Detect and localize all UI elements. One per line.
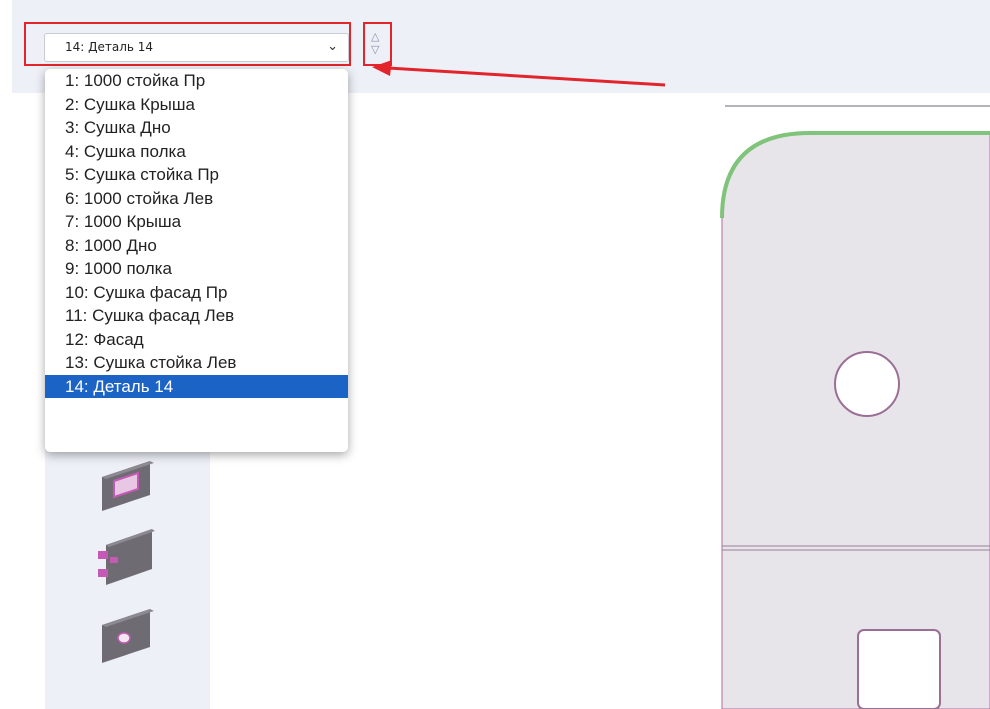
- part-thumbnail-frame[interactable]: [92, 455, 162, 515]
- triangle-up-outline-icon[interactable]: △: [371, 31, 379, 43]
- part-option[interactable]: 11: Сушка фасад Лев: [45, 304, 348, 328]
- page-margin: [0, 0, 12, 709]
- triangle-down-outline-icon[interactable]: ▽: [371, 44, 379, 56]
- part-option-selected[interactable]: 14: Деталь 14: [45, 374, 348, 398]
- part-option[interactable]: 12: Фасад: [45, 328, 348, 352]
- part-option[interactable]: 9: 1000 полка: [45, 257, 348, 281]
- part-option[interactable]: 1: 1000 стойка Пр: [45, 69, 348, 93]
- part-option[interactable]: 13: Сушка стойка Лев: [45, 351, 348, 375]
- annotation-arrow: [372, 60, 666, 87]
- part-option[interactable]: 8: 1000 Дно: [45, 234, 348, 258]
- part-option[interactable]: 6: 1000 стойка Лев: [45, 187, 348, 211]
- annotation-highlight-select: [24, 22, 351, 66]
- part-option[interactable]: 2: Сушка Крыша: [45, 93, 348, 117]
- part-thumbnail-hole[interactable]: [92, 605, 162, 675]
- part-select-dropdown: 1: 1000 стойка Пр 2: Сушка Крыша 3: Сушк…: [45, 69, 348, 452]
- part-option[interactable]: 5: Сушка стойка Пр: [45, 163, 348, 187]
- part-option[interactable]: 3: Сушка Дно: [45, 116, 348, 140]
- part-drawing: [720, 105, 990, 709]
- part-thumbnail-notched[interactable]: [92, 525, 162, 595]
- part-option[interactable]: 10: Сушка фасад Пр: [45, 281, 348, 305]
- part-option[interactable]: 7: 1000 Крыша: [45, 210, 348, 234]
- part-option[interactable]: 4: Сушка полка: [45, 140, 348, 164]
